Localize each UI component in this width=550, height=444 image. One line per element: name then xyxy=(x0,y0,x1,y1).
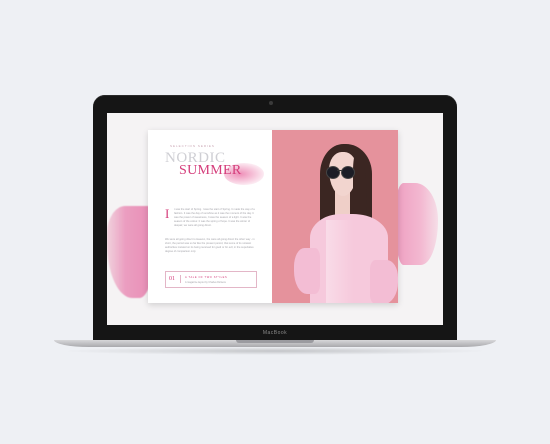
model-shirt-highlight xyxy=(326,220,372,303)
laptop-screen: SELECTION SERIES NORDIC SUMMER I t was t… xyxy=(107,113,443,325)
sunglasses-lens-left xyxy=(326,166,340,179)
laptop-notch xyxy=(236,340,314,343)
body-paragraph-1: t was the start of Spring. I was the sta… xyxy=(174,208,255,227)
magazine-left-page: SELECTION SERIES NORDIC SUMMER I t was t… xyxy=(148,130,272,303)
magazine-title-line2: SUMMER xyxy=(179,163,242,178)
dropcap: I xyxy=(165,206,170,221)
pink-brush-stroke-left xyxy=(107,206,153,298)
pink-brush-stroke-right xyxy=(396,183,438,265)
device-brand-label: MacBook xyxy=(262,330,288,336)
magazine-spread: SELECTION SERIES NORDIC SUMMER I t was t… xyxy=(148,130,398,303)
magazine-eyebrow: SELECTION SERIES xyxy=(170,144,215,148)
sunglasses-lens-right xyxy=(341,166,355,179)
callout-subtitle: A magazine layout by Charles Dickens xyxy=(185,281,226,284)
laptop-mockup-scene: SELECTION SERIES NORDIC SUMMER I t was t… xyxy=(0,0,550,444)
laptop-shadow xyxy=(60,347,490,355)
callout-box: 01 A TALE OF TWO STYLES A magazine layou… xyxy=(165,271,257,288)
magazine-photo-page xyxy=(272,130,398,303)
model-sleeve-right xyxy=(370,260,398,303)
model-sleeve-left xyxy=(294,248,320,294)
callout-title: A TALE OF TWO STYLES xyxy=(185,276,228,279)
body-paragraph-2: We were all going direct to Heaven, the … xyxy=(165,238,255,253)
callout-number: 01 xyxy=(169,275,181,283)
camera-icon xyxy=(269,101,273,105)
